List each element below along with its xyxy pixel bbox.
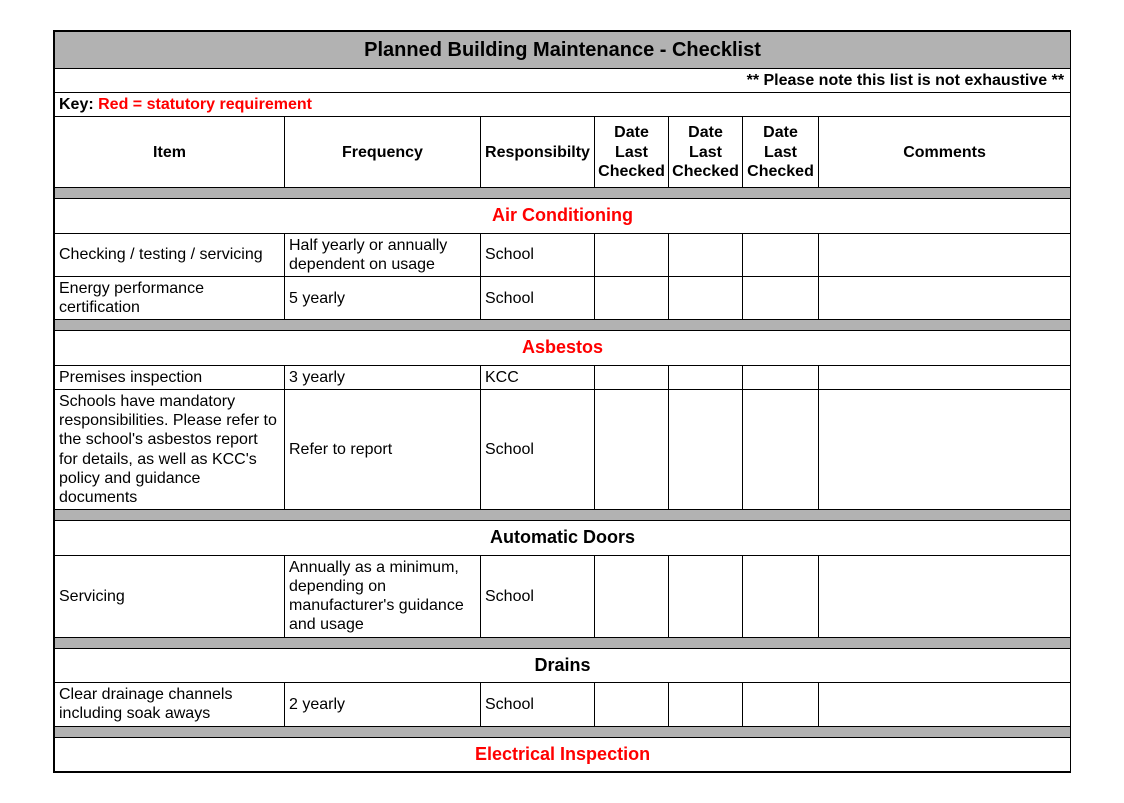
cell-date1 [595,233,669,276]
cell-responsibility: KCC [481,365,595,389]
key-row: Key: Red = statutory requirement [55,93,1071,117]
cell-frequency: 2 yearly [285,683,481,726]
header-date2: Date Last Checked [669,117,743,188]
cell-responsibility: School [481,683,595,726]
spacer-row [55,320,1071,331]
cell-date2 [669,390,743,510]
cell-date3 [743,683,819,726]
header-row: Item Frequency Responsibilty Date Last C… [55,117,1071,188]
cell-date3 [743,276,819,319]
section-title: Electrical Inspection [55,737,1071,772]
cell-item: Clear drainage channels including soak a… [55,683,285,726]
cell-comments [819,683,1071,726]
spacer-cell [55,726,1071,737]
section-header: Electrical Inspection [55,737,1071,772]
cell-date2 [669,555,743,637]
header-responsibility: Responsibilty [481,117,595,188]
spacer-row [55,510,1071,521]
section-title: Automatic Doors [55,521,1071,556]
cell-item: Servicing [55,555,285,637]
cell-item: Checking / testing / servicing [55,233,285,276]
cell-date3 [743,390,819,510]
cell-date3 [743,233,819,276]
title-row: Planned Building Maintenance - Checklist [55,32,1071,69]
section-header: Asbestos [55,331,1071,366]
spacer-row [55,187,1071,198]
page-title: Planned Building Maintenance - Checklist [55,32,1071,69]
spacer-row [55,637,1071,648]
section-title: Asbestos [55,331,1071,366]
cell-responsibility: School [481,555,595,637]
cell-frequency: Half yearly or annually dependent on usa… [285,233,481,276]
cell-frequency: Refer to report [285,390,481,510]
key-text: Red = statutory requirement [98,96,312,113]
header-comments: Comments [819,117,1071,188]
cell-item: Premises inspection [55,365,285,389]
header-item: Item [55,117,285,188]
table-row: Schools have mandatory responsibilities.… [55,390,1071,510]
section-title: Air Conditioning [55,198,1071,233]
key-cell: Key: Red = statutory requirement [55,93,1071,117]
cell-comments [819,555,1071,637]
cell-comments [819,390,1071,510]
cell-date1 [595,390,669,510]
table-row: Premises inspection3 yearlyKCC [55,365,1071,389]
spacer-cell [55,510,1071,521]
cell-date1 [595,555,669,637]
table-row: ServicingAnnually as a minimum, dependin… [55,555,1071,637]
cell-date2 [669,365,743,389]
cell-responsibility: School [481,233,595,276]
spacer-row [55,726,1071,737]
cell-frequency: Annually as a minimum, depending on manu… [285,555,481,637]
cell-date1 [595,276,669,319]
cell-date3 [743,365,819,389]
header-frequency: Frequency [285,117,481,188]
cell-date1 [595,683,669,726]
cell-date1 [595,365,669,389]
spacer-cell [55,187,1071,198]
cell-date2 [669,683,743,726]
cell-comments [819,233,1071,276]
spacer-cell [55,320,1071,331]
table-row: Clear drainage channels including soak a… [55,683,1071,726]
section-header: Air Conditioning [55,198,1071,233]
section-header: Automatic Doors [55,521,1071,556]
cell-responsibility: School [481,276,595,319]
checklist-table: Planned Building Maintenance - Checklist… [54,31,1071,772]
cell-comments [819,276,1071,319]
table-row: Checking / testing / servicingHalf yearl… [55,233,1071,276]
cell-item: Energy performance certification [55,276,285,319]
header-date1: Date Last Checked [595,117,669,188]
cell-date3 [743,555,819,637]
checklist-sheet: Planned Building Maintenance - Checklist… [53,30,1071,773]
spacer-cell [55,637,1071,648]
key-prefix: Key: [59,96,98,113]
section-header: Drains [55,648,1071,683]
note-row: ** Please note this list is not exhausti… [55,69,1071,93]
cell-date2 [669,233,743,276]
cell-responsibility: School [481,390,595,510]
note-text: ** Please note this list is not exhausti… [55,69,1071,93]
cell-date2 [669,276,743,319]
cell-item: Schools have mandatory responsibilities.… [55,390,285,510]
header-date3: Date Last Checked [743,117,819,188]
cell-frequency: 3 yearly [285,365,481,389]
section-title: Drains [55,648,1071,683]
cell-frequency: 5 yearly [285,276,481,319]
table-row: Energy performance certification5 yearly… [55,276,1071,319]
cell-comments [819,365,1071,389]
